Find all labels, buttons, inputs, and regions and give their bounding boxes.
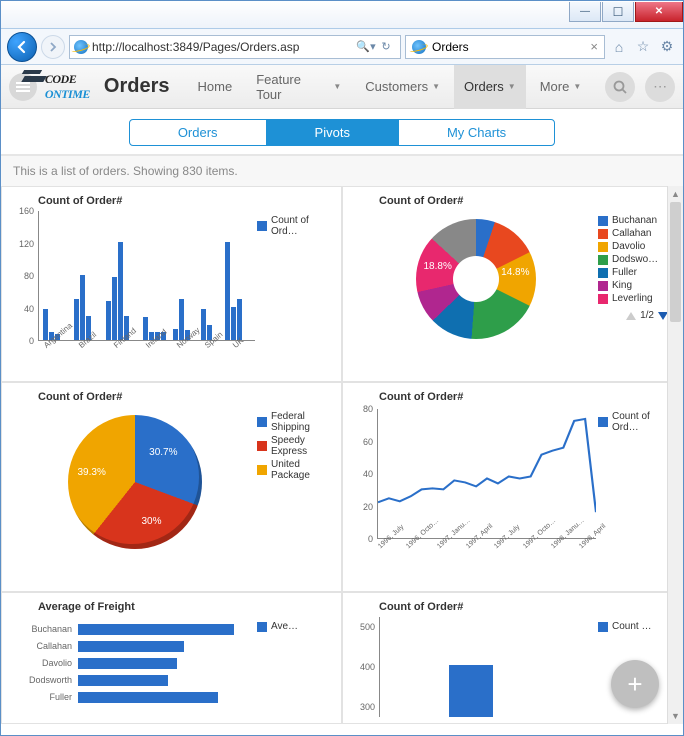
chart-legend: Count of Ord… bbox=[257, 211, 331, 369]
slice-label: 39.3% bbox=[78, 467, 106, 478]
chart-legend: Count of Ord… bbox=[598, 407, 672, 579]
chart-title: Count of Order# bbox=[38, 195, 331, 207]
add-fab-button[interactable]: + bbox=[611, 660, 659, 708]
pager-prev-icon[interactable] bbox=[626, 312, 636, 320]
y-axis: BuchananCallahanDavolioDodsworthFuller bbox=[12, 621, 76, 706]
legend-pager[interactable]: 1/2 bbox=[598, 310, 672, 321]
status-text: This is a list of orders. Showing 830 it… bbox=[1, 156, 683, 186]
logo-text-top: CODE bbox=[45, 72, 90, 87]
y-axis: 500 400 300 bbox=[353, 617, 377, 717]
caret-down-icon: ▼ bbox=[508, 82, 516, 91]
window-titlebar: — ☐ ✕ bbox=[1, 1, 683, 29]
menu-more[interactable]: More▼ bbox=[530, 65, 592, 109]
chart-legend: Federal Shipping Speedy Express United P… bbox=[257, 407, 331, 579]
chart-panel-bar-countries[interactable]: Count of Order# 16012080400 ArgentinaBra… bbox=[1, 186, 342, 382]
arrow-left-icon bbox=[15, 40, 29, 54]
y-axis: 16012080400 bbox=[12, 211, 36, 341]
vertical-scrollbar[interactable]: ▲ ▼ bbox=[667, 186, 683, 724]
tools-icon[interactable]: ⚙ bbox=[657, 37, 677, 57]
caret-down-icon: ▼ bbox=[573, 82, 581, 91]
scroll-up-icon[interactable]: ▲ bbox=[668, 186, 683, 202]
url-text: http://localhost:3849/Pages/Orders.asp bbox=[92, 40, 356, 54]
search-dropdown-icon[interactable]: 🔍▾ bbox=[356, 40, 376, 53]
dashboard-grid: Count of Order# 16012080400 ArgentinaBra… bbox=[1, 186, 683, 724]
scroll-thumb[interactable] bbox=[670, 202, 681, 322]
x-axis: ArgentinaBrazilFinlandIrelandNorwaySpain… bbox=[38, 343, 255, 369]
forward-button[interactable] bbox=[41, 35, 65, 59]
tab-pivots[interactable]: Pivots bbox=[267, 120, 399, 145]
chart-panel-hbar-freight[interactable]: Average of Freight BuchananCallahanDavol… bbox=[1, 592, 342, 724]
ie-icon bbox=[74, 40, 88, 54]
slice-label: 30% bbox=[141, 516, 161, 527]
chart-legend: Buchanan Callahan Davolio Dodswo… Fuller… bbox=[598, 211, 672, 369]
chart-panel-pie-shippers[interactable]: Count of Order# 30.7% 30% 39.3% Federal … bbox=[1, 382, 342, 592]
ie-icon bbox=[412, 40, 426, 54]
chart-title: Count of Order# bbox=[379, 391, 672, 403]
chart-title: Count of Order# bbox=[379, 601, 672, 613]
tab-orders[interactable]: Orders bbox=[130, 120, 267, 145]
view-tabs: Orders Pivots My Charts bbox=[1, 109, 683, 154]
search-icon bbox=[612, 79, 628, 95]
logo-text-bottom: ONTIME bbox=[45, 87, 90, 102]
plus-icon: + bbox=[627, 669, 642, 700]
pager-text: 1/2 bbox=[640, 310, 654, 321]
bars-area bbox=[78, 621, 255, 713]
tab-close-icon[interactable]: × bbox=[590, 39, 598, 54]
tab-my-charts[interactable]: My Charts bbox=[399, 120, 554, 145]
chart-title: Count of Order# bbox=[38, 391, 331, 403]
slice-label: 14.8% bbox=[501, 267, 529, 278]
close-button[interactable]: ✕ bbox=[635, 2, 683, 22]
donut-chart: 18.8% 14.8% bbox=[416, 219, 536, 339]
favorites-icon[interactable]: ☆ bbox=[633, 37, 653, 57]
bars-area bbox=[38, 211, 255, 341]
line-area bbox=[377, 409, 596, 539]
arrow-right-icon bbox=[48, 42, 58, 52]
chart-panel-line-time[interactable]: Count of Order# 806040200 1996, July1996… bbox=[342, 382, 683, 592]
tab-title: Orders bbox=[432, 40, 584, 54]
chart-title: Average of Freight bbox=[38, 601, 331, 613]
menu-home[interactable]: Home bbox=[188, 65, 243, 109]
chart-legend: Ave… bbox=[257, 617, 331, 717]
scroll-down-icon[interactable]: ▼ bbox=[668, 708, 683, 724]
home-icon[interactable]: ⌂ bbox=[609, 37, 629, 57]
pie-chart: 30.7% 30% 39.3% bbox=[68, 415, 202, 549]
chart-panel-donut-employees[interactable]: Count of Order# 18.8% 14.8% Buchanan Cal… bbox=[342, 186, 683, 382]
menu-feature-tour[interactable]: Feature Tour▼ bbox=[246, 65, 351, 109]
bars-area bbox=[379, 617, 596, 717]
tab-strip: Orders Pivots My Charts bbox=[129, 119, 555, 146]
dashboard-scroll: Count of Order# 16012080400 ArgentinaBra… bbox=[1, 186, 683, 724]
minimize-button[interactable]: — bbox=[569, 2, 601, 22]
x-axis: 1996, July1996, Octo…1997, Janu…1997, Ap… bbox=[377, 541, 596, 579]
page-title: Orders bbox=[104, 75, 170, 98]
maximize-button[interactable]: ☐ bbox=[602, 2, 634, 22]
line-path bbox=[378, 409, 596, 538]
y-axis: 806040200 bbox=[353, 409, 375, 539]
slice-label: 18.8% bbox=[424, 261, 452, 272]
caret-down-icon: ▼ bbox=[432, 82, 440, 91]
chart-title: Count of Order# bbox=[379, 195, 672, 207]
more-options-button[interactable]: ⋯ bbox=[645, 72, 675, 102]
menu-customers[interactable]: Customers▼ bbox=[355, 65, 450, 109]
app-toolbar: CODE ONTIME Orders Home Feature Tour▼ Cu… bbox=[1, 65, 683, 109]
slice-label: 30.7% bbox=[149, 447, 177, 458]
browser-nav: http://localhost:3849/Pages/Orders.asp 🔍… bbox=[1, 29, 683, 65]
caret-down-icon: ▼ bbox=[333, 82, 341, 91]
search-button[interactable] bbox=[605, 72, 635, 102]
menu-orders[interactable]: Orders▼ bbox=[454, 65, 526, 109]
back-button[interactable] bbox=[7, 32, 37, 62]
refresh-icon[interactable]: ↻ bbox=[376, 40, 396, 53]
address-bar[interactable]: http://localhost:3849/Pages/Orders.asp 🔍… bbox=[69, 35, 401, 59]
app-logo: CODE ONTIME bbox=[45, 72, 90, 102]
browser-tab[interactable]: Orders × bbox=[405, 35, 605, 59]
